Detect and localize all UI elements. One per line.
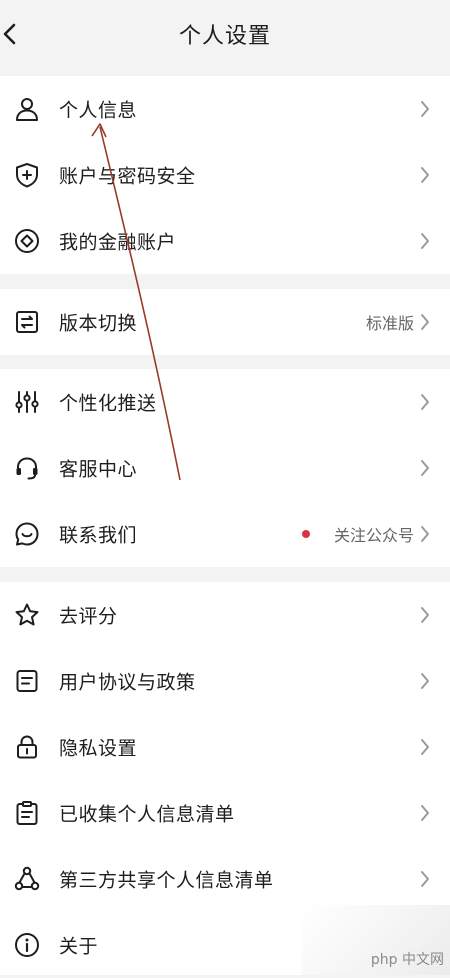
row-financial-account[interactable]: 我的金融账户 xyxy=(0,208,450,274)
sliders-icon xyxy=(15,391,39,413)
row-value: 关注公众号 xyxy=(333,526,414,545)
row-label: 第三方共享个人信息清单 xyxy=(59,869,274,892)
lock-icon xyxy=(17,735,37,759)
chevron-right-icon xyxy=(421,233,429,249)
row-label: 个性化推送 xyxy=(59,392,157,415)
chevron-right-icon xyxy=(421,167,429,183)
header: 个人设置 xyxy=(0,0,450,70)
row-rate-app[interactable]: 去评分 xyxy=(0,582,450,648)
chevron-right-icon xyxy=(421,739,429,755)
row-label: 个人信息 xyxy=(59,99,138,122)
row-user-agreement[interactable]: 用户协议与政策 xyxy=(0,648,450,714)
row-label: 客服中心 xyxy=(59,458,138,481)
document-icon xyxy=(16,670,38,692)
chevron-right-icon xyxy=(421,526,429,542)
chevron-right-icon xyxy=(421,101,429,117)
chevron-right-icon xyxy=(421,673,429,689)
switch-icon xyxy=(16,311,38,333)
chevron-right-icon xyxy=(421,460,429,476)
row-label: 关于 xyxy=(59,935,99,958)
row-third-party-shared-info[interactable]: 第三方共享个人信息清单 xyxy=(0,846,450,912)
chevron-right-icon xyxy=(421,394,429,410)
row-collected-info-list[interactable]: 已收集个人信息清单 xyxy=(0,780,450,846)
row-account-password-security[interactable]: 账户与密码安全 xyxy=(0,142,450,208)
shield-plus-icon xyxy=(16,163,38,188)
row-version-switch[interactable]: 版本切换 标准版 xyxy=(0,289,450,355)
row-label: 我的金融账户 xyxy=(59,231,177,254)
row-label: 联系我们 xyxy=(59,524,138,547)
user-icon xyxy=(16,98,38,121)
row-value: 标准版 xyxy=(365,314,414,333)
row-label: 版本切换 xyxy=(59,312,138,335)
chevron-right-icon xyxy=(421,805,429,821)
star-icon xyxy=(15,603,39,626)
settings-group-account: 个人信息 账户与密码安全 我的金融账户 xyxy=(0,76,450,274)
chevron-right-icon xyxy=(421,314,429,330)
info-icon xyxy=(15,933,39,957)
chat-icon xyxy=(15,522,39,546)
settings-group-version: 版本切换 标准版 xyxy=(0,289,450,355)
notification-dot xyxy=(302,530,310,538)
row-label: 隐私设置 xyxy=(59,737,138,760)
diamond-circle-icon xyxy=(15,229,39,253)
row-contact-us[interactable]: 联系我们 关注公众号 xyxy=(0,501,450,567)
row-customer-service[interactable]: 客服中心 xyxy=(0,435,450,501)
row-label: 账户与密码安全 xyxy=(59,165,196,188)
watermark: php 中文网 xyxy=(302,905,450,975)
watermark-text: php 中文网 xyxy=(370,952,444,968)
row-label: 用户协议与政策 xyxy=(59,671,196,694)
row-personal-info[interactable]: 个人信息 xyxy=(0,76,450,142)
chevron-right-icon xyxy=(421,607,429,623)
row-label: 去评分 xyxy=(59,605,118,628)
share-nodes-icon xyxy=(14,866,40,891)
row-personalized-push[interactable]: 个性化推送 xyxy=(0,369,450,435)
clipboard-list-icon xyxy=(16,801,38,825)
chevron-right-icon xyxy=(421,871,429,887)
row-label: 已收集个人信息清单 xyxy=(59,803,235,826)
headset-icon xyxy=(16,457,38,480)
page-title: 个人设置 xyxy=(178,24,271,49)
row-privacy-settings[interactable]: 隐私设置 xyxy=(0,714,450,780)
settings-group-service: 个性化推送 客服中心 联系我们 关注公众号 xyxy=(0,369,450,567)
